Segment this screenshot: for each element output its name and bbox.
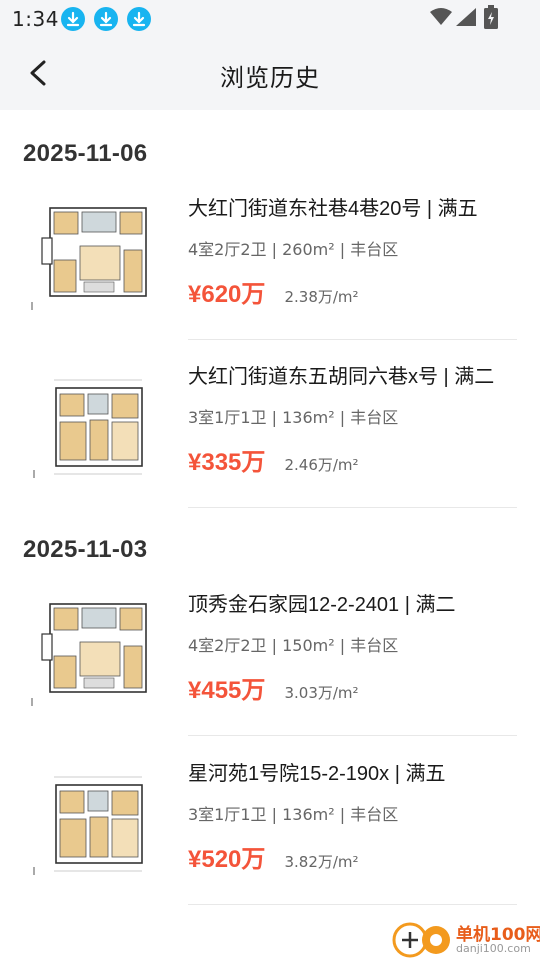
listing-title: 顶秀金石家园12-2-2401 | 满二	[188, 594, 456, 616]
total-price: ¥335万	[188, 449, 266, 476]
date-group-heading: 2025-11-06	[23, 140, 148, 167]
top-app-bar: 浏览历史	[0, 36, 540, 110]
price-row: ¥620万 2.38万/m²	[188, 274, 359, 309]
divider	[188, 735, 517, 736]
listing-title: 大红门街道东社巷4巷20号 | 满五	[188, 198, 478, 220]
status-bar: 1:34	[0, 0, 540, 36]
watermark-logo-icon	[392, 922, 450, 958]
divider	[188, 507, 517, 508]
page-title: 浏览历史	[220, 64, 320, 92]
unit-price: 3.82万/m²	[284, 853, 359, 871]
price-row: ¥335万 2.46万/m²	[188, 442, 359, 477]
total-price: ¥455万	[188, 677, 266, 704]
cellular-signal-icon	[456, 8, 476, 26]
floor-plan-thumbnail	[31, 207, 147, 310]
unit-price: 3.03万/m²	[284, 684, 359, 702]
listing-card[interactable]: 顶秀金石家园12-2-2401 | 满二 4室2厅2卫 | 150m² | 丰台…	[0, 568, 540, 736]
floor-plan-thumbnail	[33, 776, 143, 875]
floor-plan-thumbnail	[33, 379, 143, 478]
total-price: ¥520万	[188, 846, 266, 873]
listing-details: 4室2厅2卫 | 260m² | 丰台区	[188, 240, 399, 259]
listing-details: 3室1厅1卫 | 136m² | 丰台区	[188, 408, 399, 427]
price-row: ¥455万 3.03万/m²	[188, 670, 359, 705]
floor-plan-thumbnail	[31, 603, 147, 706]
date-group-heading: 2025-11-03	[23, 536, 148, 563]
unit-price: 2.46万/m²	[284, 456, 359, 474]
listing-card[interactable]: 大红门街道东五胡同六巷x号 | 满二 3室1厅1卫 | 136m² | 丰台区 …	[0, 340, 540, 508]
unit-price: 2.38万/m²	[284, 288, 359, 306]
listing-details: 3室1厅1卫 | 136m² | 丰台区	[188, 805, 399, 824]
listing-card[interactable]: 星河苑1号院15-2-190x | 满五 3室1厅1卫 | 136m² | 丰台…	[0, 737, 540, 905]
site-watermark: 单机100网 danji100.com	[392, 918, 540, 960]
watermark-url: danji100.com	[456, 942, 531, 955]
download-notification-icon	[61, 7, 85, 31]
listing-card[interactable]: 大红门街道东社巷4巷20号 | 满五 4室2厅2卫 | 260m² | 丰台区 …	[0, 172, 540, 340]
listing-details: 4室2厅2卫 | 150m² | 丰台区	[188, 636, 399, 655]
wifi-icon	[430, 8, 452, 25]
status-time: 1:34	[12, 7, 59, 31]
download-notification-icon	[94, 7, 118, 31]
download-notification-icon	[127, 7, 151, 31]
listing-title: 星河苑1号院15-2-190x | 满五	[188, 763, 446, 785]
price-row: ¥520万 3.82万/m²	[188, 839, 359, 874]
divider	[188, 904, 517, 905]
total-price: ¥620万	[188, 281, 266, 308]
battery-charging-icon	[484, 5, 498, 29]
listing-title: 大红门街道东五胡同六巷x号 | 满二	[188, 366, 495, 388]
